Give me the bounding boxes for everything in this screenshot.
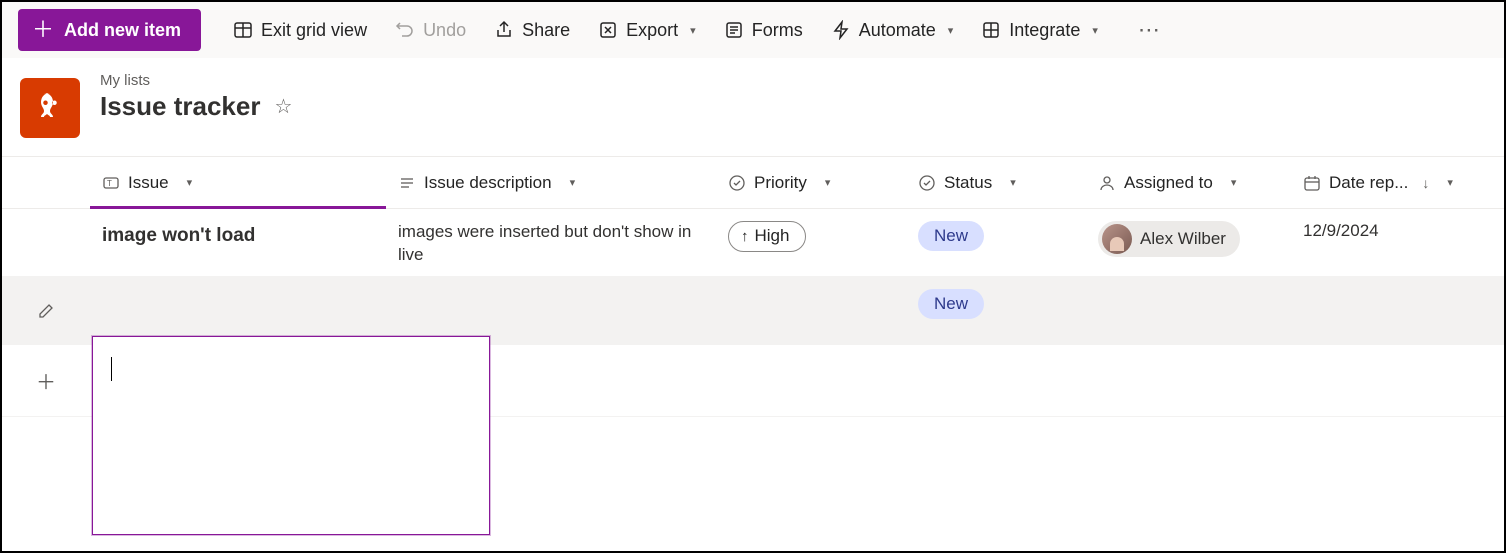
pencil-icon xyxy=(37,302,55,320)
status-text: New xyxy=(934,294,968,314)
priority-text: High xyxy=(755,226,790,246)
exit-grid-view-label: Exit grid view xyxy=(261,20,367,41)
forms-button[interactable]: Forms xyxy=(712,12,815,49)
priority-pill[interactable]: ↑ High xyxy=(728,221,806,252)
list-icon xyxy=(20,78,80,138)
cell-description[interactable]: images were inserted but don't show in l… xyxy=(398,209,703,267)
avatar xyxy=(1102,224,1132,254)
integrate-label: Integrate xyxy=(1009,20,1080,41)
column-label: Issue description xyxy=(424,173,552,193)
chevron-down-icon: ▾ xyxy=(825,176,831,189)
svg-text:T: T xyxy=(107,179,112,188)
chevron-down-icon: ▾ xyxy=(948,24,954,37)
status-text: New xyxy=(934,226,968,246)
table-row[interactable]: image won't load images were inserted bu… xyxy=(2,209,1504,277)
arrow-up-icon: ↑ xyxy=(741,228,749,245)
column-label: Status xyxy=(944,173,992,193)
column-header-assigned[interactable]: Assigned to ▾ xyxy=(1086,157,1291,208)
toolbar: ＋ Add new item Exit grid view Undo Share… xyxy=(2,2,1504,58)
plus-icon: ＋ xyxy=(32,19,54,41)
automate-label: Automate xyxy=(859,20,936,41)
undo-icon xyxy=(395,20,415,40)
undo-button[interactable]: Undo xyxy=(383,12,478,49)
sort-descending-icon: ↓ xyxy=(1422,175,1429,191)
forms-icon xyxy=(724,20,744,40)
cell-edit-popup[interactable] xyxy=(92,336,490,535)
text-caret xyxy=(111,357,112,381)
chevron-down-icon: ▾ xyxy=(1447,176,1453,189)
status-pill[interactable]: New xyxy=(918,221,984,251)
calendar-icon xyxy=(1303,174,1321,192)
share-icon xyxy=(494,20,514,40)
column-header-issue[interactable]: T Issue ▾ xyxy=(90,157,386,208)
assigned-name: Alex Wilber xyxy=(1140,229,1226,249)
list-header: My lists Issue tracker ☆ xyxy=(2,58,1504,156)
column-label: Issue xyxy=(128,173,169,193)
chevron-down-icon: ▾ xyxy=(1231,176,1237,189)
integrate-button[interactable]: Integrate ▾ xyxy=(969,12,1110,49)
multiline-icon xyxy=(398,174,416,192)
table-row-editing[interactable]: New xyxy=(2,277,1504,345)
add-new-item-button[interactable]: ＋ Add new item xyxy=(18,9,201,51)
automate-icon xyxy=(831,20,851,40)
add-new-item-label: Add new item xyxy=(64,20,181,41)
column-label: Assigned to xyxy=(1124,173,1213,193)
chevron-down-icon: ▾ xyxy=(690,24,696,37)
cell-issue[interactable]: image won't load xyxy=(102,209,255,247)
plus-icon[interactable]: ＋ xyxy=(36,366,56,395)
breadcrumb[interactable]: My lists xyxy=(100,72,292,89)
more-button[interactable]: ⋯ xyxy=(1126,9,1174,51)
grid-header-row: T Issue ▾ Issue description ▾ Priority ▾… xyxy=(2,157,1504,209)
person-chip[interactable]: Alex Wilber xyxy=(1098,221,1240,257)
chevron-down-icon: ▾ xyxy=(570,176,576,189)
undo-label: Undo xyxy=(423,20,466,41)
exit-grid-view-button[interactable]: Exit grid view xyxy=(221,12,379,49)
chevron-down-icon: ▾ xyxy=(1010,176,1016,189)
column-label: Priority xyxy=(754,173,807,193)
grid-icon xyxy=(233,20,253,40)
column-header-status[interactable]: Status ▾ xyxy=(906,157,1086,208)
chevron-down-icon: ▾ xyxy=(187,176,193,189)
column-label: Date rep... xyxy=(1329,173,1408,193)
integrate-icon xyxy=(981,20,1001,40)
favorite-star-icon[interactable]: ☆ xyxy=(274,94,292,119)
list-title: Issue tracker xyxy=(100,91,260,122)
share-label: Share xyxy=(522,20,570,41)
cell-date[interactable]: 12/9/2024 xyxy=(1303,209,1379,241)
automate-button[interactable]: Automate ▾ xyxy=(819,12,966,49)
row-gutter[interactable] xyxy=(2,277,90,344)
chevron-down-icon: ▾ xyxy=(1092,24,1098,37)
share-button[interactable]: Share xyxy=(482,12,582,49)
text-column-icon: T xyxy=(102,174,120,192)
export-button[interactable]: Export ▾ xyxy=(586,12,708,49)
row-gutter[interactable] xyxy=(2,209,90,276)
more-icon: ⋯ xyxy=(1138,17,1162,43)
column-header-date[interactable]: Date rep... ↓ ▾ xyxy=(1291,157,1491,208)
status-pill[interactable]: New xyxy=(918,289,984,319)
export-icon xyxy=(598,20,618,40)
choice-icon xyxy=(918,174,936,192)
choice-icon xyxy=(728,174,746,192)
forms-label: Forms xyxy=(752,20,803,41)
export-label: Export xyxy=(626,20,678,41)
column-header-description[interactable]: Issue description ▾ xyxy=(386,157,716,208)
person-icon xyxy=(1098,174,1116,192)
column-header-priority[interactable]: Priority ▾ xyxy=(716,157,906,208)
